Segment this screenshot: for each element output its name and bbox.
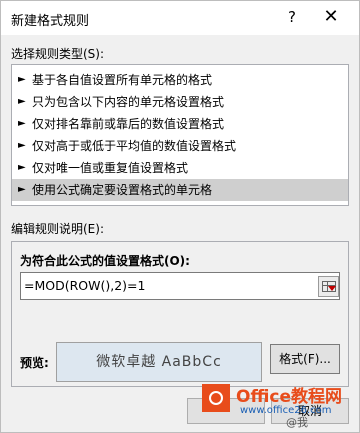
rule-type-item-label: 仅对唯一值或重复值设置格式 xyxy=(32,161,189,175)
range-select-button[interactable] xyxy=(318,276,339,297)
rule-type-item-label: 只为包含以下内容的单元格设置格式 xyxy=(32,95,225,109)
watermark: Office教程网 www.office26.com @我 xyxy=(196,378,360,433)
watermark-handle: @我 xyxy=(286,416,308,429)
triangle-right-icon: ► xyxy=(18,74,26,85)
rule-type-item[interactable]: ► 仅对高于或低于平均值的数值设置格式 xyxy=(12,135,348,157)
rule-type-item-label: 基于各自值设置所有单元格的格式 xyxy=(32,73,213,87)
rule-type-list[interactable]: ► 基于各自值设置所有单元格的格式 ► 只为包含以下内容的单元格设置格式 ► 仅… xyxy=(11,64,349,206)
new-format-rule-dialog: 新建格式规则 ? ✕ 选择规则类型(S): ► 基于各自值设置所有单元格的格式 … xyxy=(0,0,360,433)
triangle-right-icon: ► xyxy=(18,140,26,151)
watermark-site: Office教程网 xyxy=(236,387,343,407)
triangle-right-icon: ► xyxy=(18,118,26,129)
formula-input[interactable]: =MOD(ROW(),2)=1 xyxy=(20,272,340,300)
help-button[interactable]: ? xyxy=(283,7,301,27)
formula-label: 为符合此公式的值设置格式(O): xyxy=(20,254,190,268)
rule-type-item-selected[interactable]: ► 使用公式确定要设置格式的单元格 xyxy=(12,179,348,201)
dialog-title: 新建格式规则 xyxy=(11,14,90,29)
formula-value: =MOD(ROW(),2)=1 xyxy=(24,278,146,293)
rule-type-item[interactable]: ► 基于各自值设置所有单元格的格式 xyxy=(12,69,348,91)
format-preview: 微软卓越 AaBbCc xyxy=(56,342,262,382)
rule-type-item[interactable]: ► 仅对唯一值或重复值设置格式 xyxy=(12,157,348,179)
close-button[interactable]: ✕ xyxy=(320,6,342,28)
rule-type-label: 选择规则类型(S): xyxy=(11,47,105,61)
rule-type-item-label: 仅对高于或低于平均值的数值设置格式 xyxy=(32,139,237,153)
preview-sample-text: 微软卓越 AaBbCc xyxy=(96,354,222,370)
rule-type-item[interactable]: ► 只为包含以下内容的单元格设置格式 xyxy=(12,91,348,113)
rule-type-item[interactable]: ► 仅对排名靠前或靠后的数值设置格式 xyxy=(12,113,348,135)
triangle-right-icon: ► xyxy=(18,162,26,173)
rule-type-item-label: 仅对排名靠前或靠后的数值设置格式 xyxy=(32,117,225,131)
office-logo-ring xyxy=(209,391,223,405)
rule-type-item-label: 使用公式确定要设置格式的单元格 xyxy=(32,183,213,197)
edit-rule-label: 编辑规则说明(E): xyxy=(11,222,104,236)
title-bar: 新建格式规则 ? ✕ xyxy=(1,1,359,35)
office-logo-icon xyxy=(202,384,230,412)
edit-rule-group: 为符合此公式的值设置格式(O): =MOD(ROW(),2)=1 预览: 微软卓… xyxy=(11,241,349,387)
collapse-arrow-icon xyxy=(328,286,336,291)
triangle-right-icon: ► xyxy=(18,184,26,195)
format-button[interactable]: 格式(F)... xyxy=(270,344,340,374)
preview-label: 预览: xyxy=(20,356,49,370)
triangle-right-icon: ► xyxy=(18,96,26,107)
